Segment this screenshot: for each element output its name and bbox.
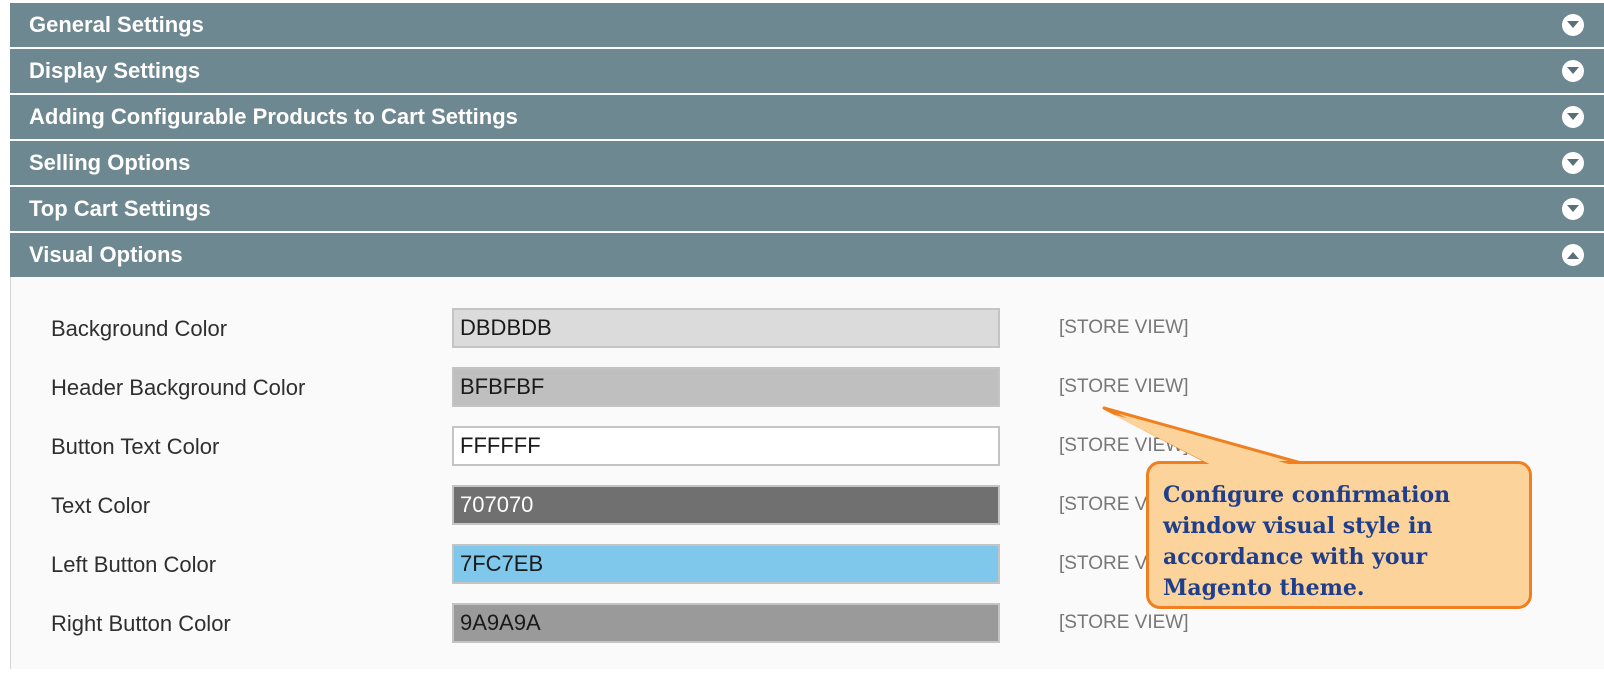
scope-label: [STORE VIEW] [1059, 376, 1189, 397]
section-title: Visual Options [29, 242, 183, 267]
section-title: General Settings [29, 12, 204, 37]
section-top-cart-settings[interactable]: Top Cart Settings [10, 187, 1604, 231]
form-row-text-color: Text Color [STORE VIEW] [11, 485, 1211, 525]
scope-label: [STORE VIEW] [1059, 435, 1189, 456]
field-label: Header Background Color [51, 375, 306, 400]
chevron-down-icon[interactable] [1562, 152, 1584, 174]
form-row-header-background-color: Header Background Color [STORE VIEW] [11, 367, 1211, 407]
chevron-up-icon[interactable] [1562, 244, 1584, 266]
callout-tooltip: Configure confirmation window visual sty… [1146, 461, 1532, 609]
header-background-color-input[interactable] [452, 367, 1000, 407]
scope-label: [STORE VIEW] [1059, 317, 1189, 338]
scope-label: [STORE VIEW] [1059, 612, 1189, 633]
form-row-button-text-color: Button Text Color [STORE VIEW] [11, 426, 1211, 466]
button-text-color-input[interactable] [452, 426, 1000, 466]
field-label: Left Button Color [51, 552, 217, 577]
section-title: Top Cart Settings [29, 196, 211, 221]
section-title: Display Settings [29, 58, 201, 83]
callout-text: Configure confirmation window visual sty… [1163, 482, 1451, 601]
form-row-background-color: Background Color [STORE VIEW] [11, 308, 1211, 348]
section-title: Adding Configurable Products to Cart Set… [29, 104, 518, 129]
section-general-settings[interactable]: General Settings [10, 3, 1604, 47]
form-row-right-button-color: Right Button Color [STORE VIEW] [11, 603, 1211, 643]
section-title: Selling Options [29, 150, 191, 175]
background-color-input[interactable] [452, 308, 1000, 348]
form-row-left-button-color: Left Button Color [STORE VIEW] [11, 544, 1211, 584]
left-button-color-input[interactable] [452, 544, 1000, 584]
section-visual-options[interactable]: Visual Options [10, 233, 1604, 277]
section-selling-options[interactable]: Selling Options [10, 141, 1604, 185]
text-color-input[interactable] [452, 485, 1000, 525]
chevron-down-icon[interactable] [1562, 14, 1584, 36]
field-label: Button Text Color [51, 434, 220, 459]
right-button-color-input[interactable] [452, 603, 1000, 643]
field-label: Text Color [51, 493, 151, 518]
section-display-settings[interactable]: Display Settings [10, 49, 1604, 93]
chevron-down-icon[interactable] [1562, 106, 1584, 128]
field-label: Background Color [51, 316, 228, 341]
chevron-down-icon[interactable] [1562, 60, 1584, 82]
section-adding-configurable-products[interactable]: Adding Configurable Products to Cart Set… [10, 95, 1604, 139]
field-label: Right Button Color [51, 611, 231, 636]
chevron-down-icon[interactable] [1562, 198, 1584, 220]
